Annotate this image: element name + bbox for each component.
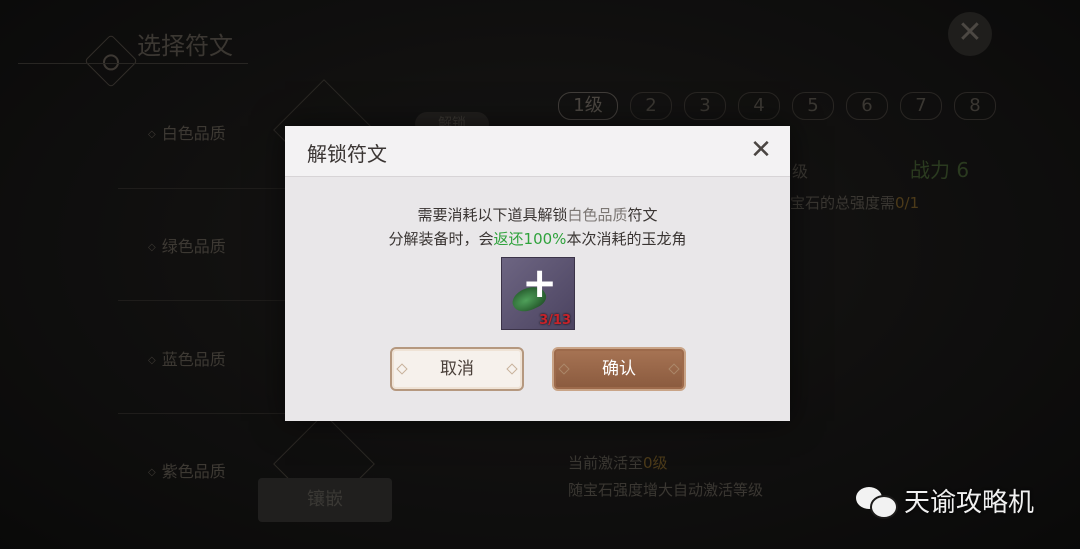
msg2-part-b: 本次消耗的玉龙角 — [566, 230, 687, 248]
wechat-icon — [856, 485, 898, 519]
msg1-part-a: 需要消耗以下道具解锁 — [417, 206, 568, 224]
item-slot[interactable]: + 3/13 — [501, 257, 575, 330]
msg1-part-b: 符文 — [627, 206, 658, 224]
cancel-button[interactable]: 取消 — [390, 347, 524, 391]
dialog-message-line1: 需要消耗以下道具解锁白色品质符文 — [285, 204, 790, 225]
msg2-refund: 返还100% — [493, 230, 567, 248]
watermark: 天谕攻略机 — [856, 482, 1034, 519]
item-count: 3/13 — [539, 313, 571, 328]
watermark-text: 天谕攻略机 — [904, 488, 1035, 518]
close-icon[interactable]: ✕ — [747, 136, 775, 164]
dialog-message-line2: 分解装备时，会返还100%本次消耗的玉龙角 — [285, 228, 790, 249]
msg2-part-a: 分解装备时，会 — [388, 230, 494, 248]
plus-icon: + — [522, 258, 558, 307]
msg1-quality: 白色品质 — [567, 206, 628, 224]
dialog-title: 解锁符文 — [307, 142, 387, 166]
confirm-button[interactable]: 确认 — [552, 347, 686, 391]
unlock-rune-dialog: 解锁符文 ✕ 需要消耗以下道具解锁白色品质符文 分解装备时，会返还100%本次消… — [285, 126, 790, 421]
dialog-header: 解锁符文 ✕ — [285, 126, 790, 177]
